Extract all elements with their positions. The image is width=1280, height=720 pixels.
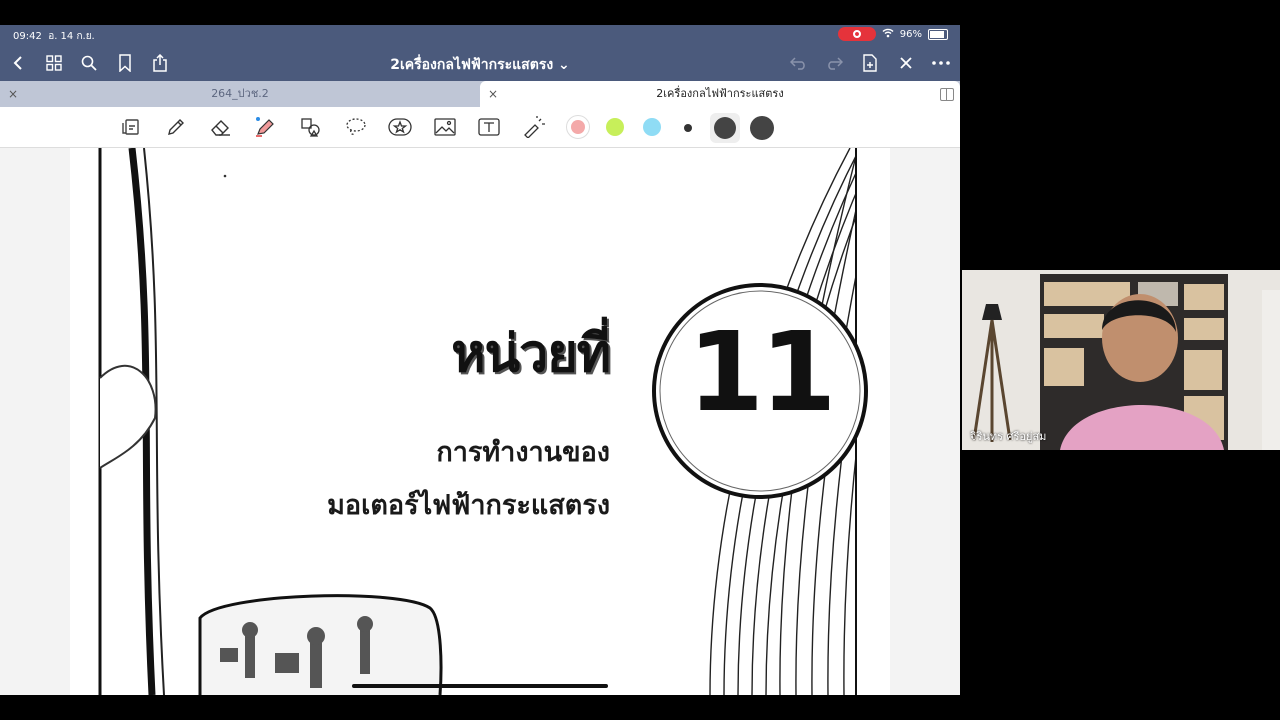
document-page[interactable]: หน่วยที่ การทำงานของ มอเตอร์ไฟฟ้ากระแสตร… xyxy=(70,148,890,695)
unit-number: 11 xyxy=(687,308,836,436)
eraser-icon[interactable] xyxy=(209,115,233,139)
text-icon[interactable] xyxy=(477,115,501,139)
redo-icon[interactable] xyxy=(824,53,844,73)
home-indicator[interactable] xyxy=(352,684,608,688)
wifi-icon xyxy=(882,28,894,41)
status-date: อ. 14 ก.ย. xyxy=(48,31,95,42)
battery-percent: 96% xyxy=(899,28,922,40)
more-options-icon[interactable] xyxy=(931,53,951,73)
tab-active-document[interactable]: × 2เครื่องกลไฟฟ้ากระแสตรง xyxy=(480,81,960,107)
document-title[interactable]: 2เครื่องกลไฟฟ้ากระแสตรง ⌄ xyxy=(0,54,960,76)
battery-icon xyxy=(928,28,948,40)
image-icon[interactable] xyxy=(433,115,457,139)
laser-pointer-icon[interactable] xyxy=(522,115,546,139)
close-icon[interactable] xyxy=(896,53,916,73)
sticker-icon[interactable] xyxy=(388,115,412,139)
tab-label: 264_ปวช.2 xyxy=(211,87,269,100)
annotation-toolbar xyxy=(0,107,960,148)
pen-icon[interactable] xyxy=(164,115,188,139)
screen-recording-icon xyxy=(837,27,876,41)
stroke-size-medium-selected[interactable] xyxy=(710,113,740,143)
video-frame-illustration xyxy=(962,270,1280,450)
tab-label: 2เครื่องกลไฟฟ้ากระแสตรง xyxy=(656,87,784,100)
add-page-icon[interactable] xyxy=(860,53,880,73)
stroke-size-small[interactable] xyxy=(684,124,692,132)
ipad-screen: 09:42 อ. 14 ก.ย. 96% 2เครื่องกลไฟฟ้ากระแ… xyxy=(0,25,960,695)
unit-subtitle-line2: มอเตอร์ไฟฟ้ากระแสตรง xyxy=(327,490,610,521)
undo-icon[interactable] xyxy=(789,53,809,73)
unit-subtitle-line1: การทำงานของ xyxy=(436,437,610,468)
navigation-bar: 2เครื่องกลไฟฟ้ากระแสตรง ⌄ xyxy=(0,45,960,81)
stroke-size-large[interactable] xyxy=(750,116,774,140)
highlighter-icon[interactable] xyxy=(254,115,278,139)
close-tab-icon[interactable]: × xyxy=(488,81,498,107)
color-swatch-cyan[interactable] xyxy=(643,118,661,136)
lasso-icon[interactable] xyxy=(344,115,368,139)
status-bar: 09:42 อ. 14 ก.ย. 96% xyxy=(0,25,960,45)
color-swatch-pink-selected[interactable] xyxy=(566,115,590,139)
color-swatch-lime[interactable] xyxy=(606,118,624,136)
scan-icon[interactable] xyxy=(119,115,143,139)
tab-264[interactable]: × 264_ปวช.2 xyxy=(0,81,480,107)
participant-name: จิรินทร ศรีอยู่สม xyxy=(970,430,1047,443)
unit-heading: หน่วยที่ xyxy=(451,324,611,384)
close-tab-icon[interactable]: × xyxy=(8,81,18,107)
split-view-icon[interactable] xyxy=(940,88,954,101)
shapes-icon[interactable] xyxy=(299,115,323,139)
participant-video[interactable]: จิรินทร ศรีอยู่สม xyxy=(962,270,1280,450)
tab-bar: × 264_ปวช.2 × 2เครื่องกลไฟฟ้ากระแสตรง xyxy=(0,81,960,107)
status-time: 09:42 อ. 14 ก.ย. xyxy=(13,31,95,42)
